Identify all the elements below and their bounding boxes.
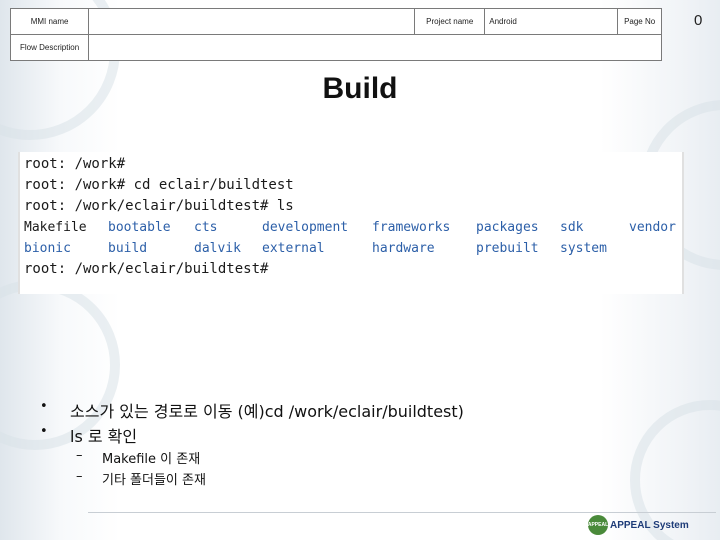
header-table: MMI name Project name Android Page No Fl…	[9, 8, 662, 61]
ls-directory: sdk	[560, 220, 584, 235]
footer-divider	[88, 512, 716, 513]
terminal-line: root: /work#	[24, 156, 126, 172]
slide: MMI name Project name Android Page No Fl…	[0, 0, 720, 540]
terminal-screenshot: root: /work# root: /work# cd eclair/buil…	[18, 152, 684, 294]
logo-text: APPEAL System	[610, 519, 689, 531]
bullet-item: • ls 로 확인	[40, 423, 137, 448]
ls-directory: packages	[476, 220, 539, 235]
dash-icon: –	[76, 448, 83, 463]
flow-description-value	[88, 34, 662, 61]
ls-file: Makefile	[24, 220, 87, 235]
bullet-dot-icon: •	[40, 399, 48, 414]
mmi-name-value	[88, 8, 416, 35]
dash-icon: –	[76, 469, 83, 484]
ls-directory: prebuilt	[476, 241, 539, 256]
company-logo: APPEAL APPEAL System	[588, 515, 689, 535]
bullet-text: 소스가 있는 경로로 이동 (예)cd /work/eclair/buildte…	[70, 402, 464, 421]
ls-directory: hardware	[372, 241, 435, 256]
ls-directory: frameworks	[372, 220, 451, 235]
ls-directory: bootable	[108, 220, 171, 235]
ls-directory: external	[262, 241, 325, 256]
ls-directory: bionic	[24, 241, 71, 256]
ls-directory: dalvik	[194, 241, 241, 256]
terminal-line: root: /work/eclair/buildtest# ls	[24, 198, 294, 214]
page-number: 0	[694, 12, 703, 29]
ls-directory: development	[262, 220, 349, 235]
sub-bullet-text: Makefile 이 존재	[102, 452, 201, 467]
bullet-list: • 소스가 있는 경로로 이동 (예)cd /work/eclair/build…	[40, 398, 464, 490]
bullet-dot-icon: •	[40, 424, 48, 439]
ls-directory: build	[108, 241, 148, 256]
terminal-line: root: /work/eclair/buildtest#	[24, 261, 269, 277]
slide-title: Build	[322, 72, 398, 105]
mmi-name-label: MMI name	[9, 8, 90, 35]
bullet-text: ls 로 확인	[70, 427, 138, 446]
terminal-line: root: /work# cd eclair/buildtest	[24, 177, 294, 193]
flow-description-label: Flow Description	[9, 34, 90, 61]
page-no-label: Page No	[617, 8, 662, 35]
logo-badge-icon: APPEAL	[588, 515, 608, 535]
project-name-value: Android	[484, 8, 619, 35]
ls-directory: cts	[194, 220, 218, 235]
sub-bullet-text: 기타 폴더들이 존재	[102, 473, 206, 488]
project-name-label: Project name	[414, 8, 486, 35]
bullet-item: • 소스가 있는 경로로 이동 (예)cd /work/eclair/build…	[40, 398, 464, 423]
ls-directory: vendor	[629, 220, 676, 235]
ls-directory: system	[560, 241, 607, 256]
